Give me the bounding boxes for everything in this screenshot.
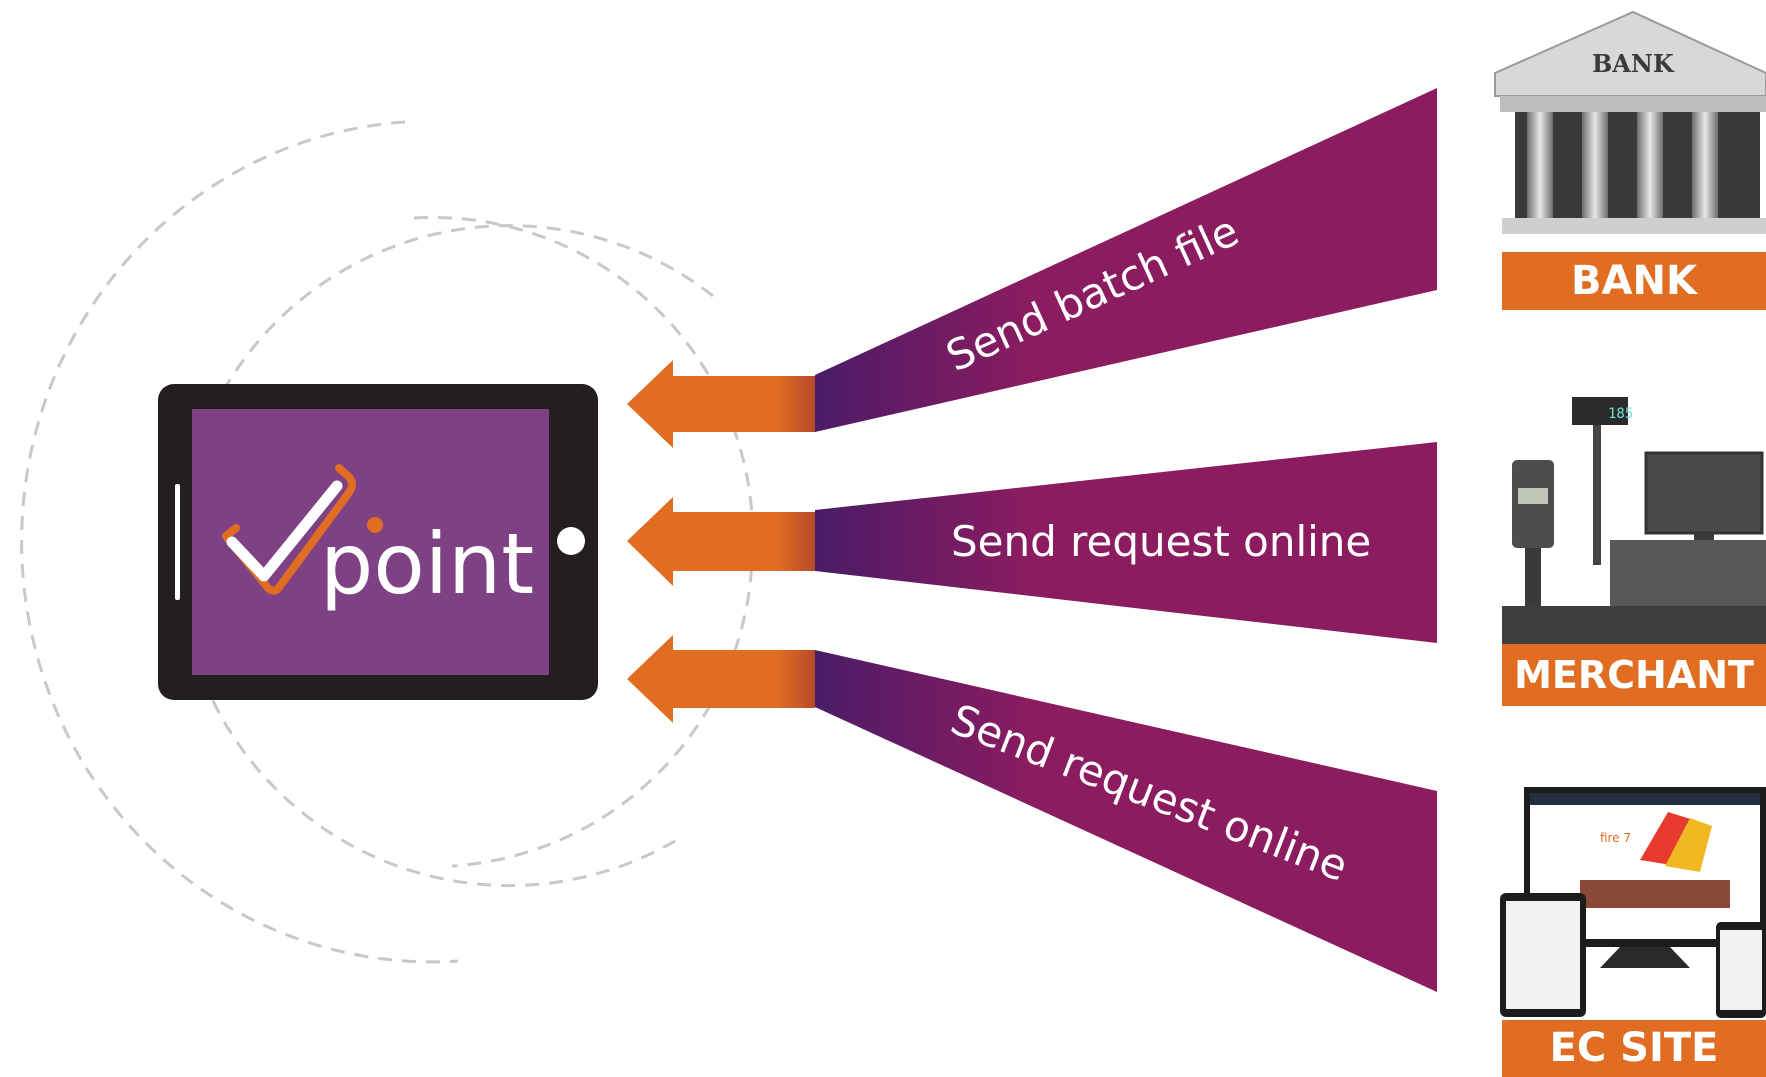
phone-screen bbox=[1720, 930, 1762, 1010]
target-label-bank: BANK bbox=[1502, 252, 1766, 310]
bank-column-2 bbox=[1582, 112, 1608, 218]
bank-base bbox=[1502, 218, 1766, 234]
pos-terminal-icon: 185 bbox=[1502, 397, 1766, 644]
desktop-stand bbox=[1600, 947, 1690, 968]
logo-text: point bbox=[320, 515, 534, 613]
arrows bbox=[627, 360, 815, 723]
tablet-side-button bbox=[175, 484, 180, 600]
register-drawer bbox=[1610, 540, 1766, 606]
bank-column-3 bbox=[1637, 112, 1663, 218]
desktop-screen-text: fire 7 bbox=[1600, 831, 1631, 845]
bank-column-4 bbox=[1692, 112, 1718, 218]
card-reader-screen bbox=[1518, 488, 1548, 504]
bank-entablature bbox=[1500, 96, 1766, 112]
tablet-home-button bbox=[557, 527, 585, 555]
logo-dot bbox=[367, 517, 383, 533]
beam-label-merchant: Send request online bbox=[951, 517, 1371, 566]
desktop-screen-nav bbox=[1530, 793, 1760, 805]
bank-pediment-text: BANK bbox=[1592, 49, 1675, 78]
target-label-merchant: MERCHANT bbox=[1502, 644, 1766, 706]
arrow-bank bbox=[627, 360, 815, 448]
ecommerce-devices-icon: fire 7 bbox=[1500, 787, 1766, 1018]
tablet-device: point bbox=[158, 384, 598, 700]
register-base bbox=[1502, 606, 1766, 644]
display-pole bbox=[1593, 425, 1601, 565]
tablet-small-screen bbox=[1506, 901, 1580, 1009]
bank-column-1 bbox=[1527, 112, 1553, 218]
card-reader-stand bbox=[1525, 548, 1541, 608]
beam-ec bbox=[815, 650, 1437, 992]
arrow-ec bbox=[627, 635, 815, 723]
arrow-merchant bbox=[627, 497, 815, 586]
customer-display-text: 185 bbox=[1608, 406, 1633, 422]
bank-building-icon: BANK bbox=[1494, 10, 1766, 234]
product-row bbox=[1580, 880, 1730, 908]
data-flow-diagram: Send batch file Send request online Send… bbox=[20, 10, 1766, 1018]
target-label-ec-site: EC SITE bbox=[1502, 1020, 1766, 1077]
register-monitor bbox=[1644, 451, 1764, 535]
